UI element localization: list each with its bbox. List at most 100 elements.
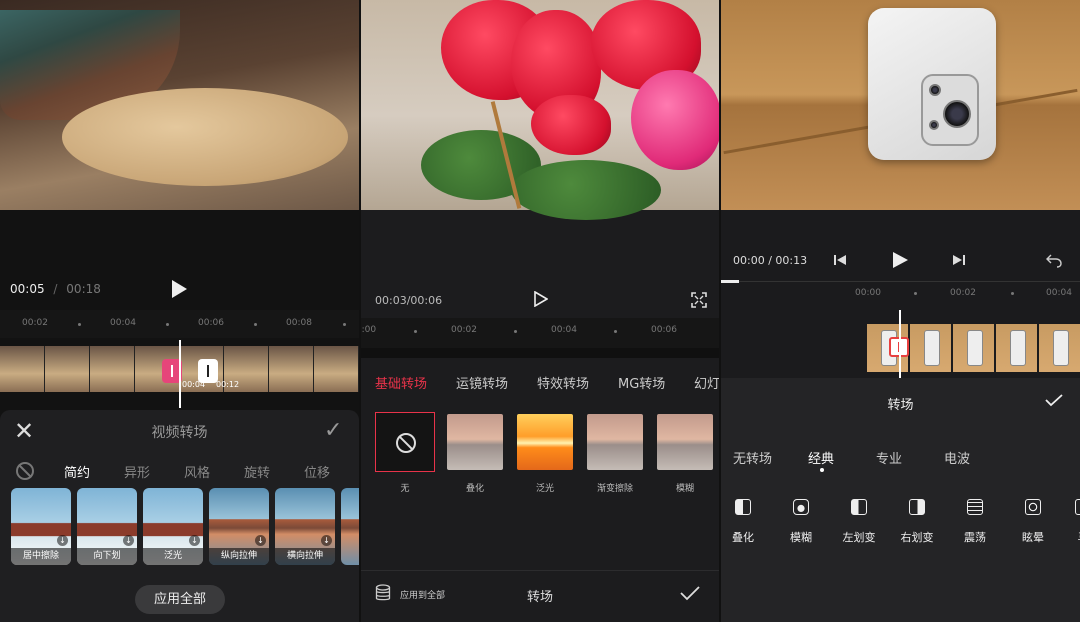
transition-none-tile[interactable] [375, 412, 435, 472]
transition-thumb[interactable] [657, 414, 713, 470]
none-icon [396, 433, 416, 453]
ruler-tick: 00:04 [1046, 288, 1072, 298]
progress-fill [721, 280, 739, 283]
transition-label: 纵向拉伸 [209, 548, 269, 565]
ruler-dot [78, 323, 81, 326]
tab-slideshow[interactable]: 幻灯 [694, 373, 719, 392]
tab-effects[interactable]: 特效转场 [537, 373, 589, 392]
panel-video-editor-3: 00:00 / 00:13 00:00 00:02 00:04 转场 无转场 经… [721, 0, 1080, 622]
shake-icon [967, 499, 983, 515]
effect-item[interactable]: 模糊 [781, 499, 821, 545]
effect-item[interactable]: 叠化 [723, 499, 763, 545]
category-none[interactable]: 无转场 [733, 448, 772, 467]
ruler-tick: 00:08 [286, 318, 312, 328]
transition-thumb-partial[interactable] [341, 488, 359, 565]
category-shape[interactable]: 异形 [124, 462, 150, 481]
transition-thumb[interactable]: ↓ 横向拉伸 [275, 488, 335, 565]
tab-basic[interactable]: 基础转场 [375, 373, 427, 392]
effect-item[interactable]: 眩晕 [1013, 499, 1053, 545]
ruler-dot [254, 323, 257, 326]
progress-track [721, 281, 1080, 282]
transition-label: 泛光 [143, 548, 203, 565]
confirm-check-icon[interactable]: ✓ [324, 418, 342, 443]
category-shift[interactable]: 位移 [304, 462, 330, 481]
fullscreen-icon[interactable] [691, 292, 707, 308]
effect-label: 震荡 [964, 531, 986, 544]
panel-video-editor-1: 00:05 / 00:18 00:02 00:04 00:06 00:08 00… [0, 0, 359, 622]
blur-icon [793, 499, 809, 515]
download-icon: ↓ [189, 535, 200, 546]
download-icon: ↓ [321, 535, 332, 546]
ruler-tick: 00:04 [110, 318, 136, 328]
confirm-check-icon[interactable] [1044, 393, 1064, 407]
phone-image [868, 8, 996, 160]
playhead[interactable] [899, 310, 901, 378]
ruler-dot [1011, 292, 1014, 295]
effect-label: 模糊 [790, 531, 812, 544]
ruler-dot [166, 323, 169, 326]
ruler-tick: 00:00 [855, 288, 881, 298]
ruler-dot [614, 330, 617, 333]
category-simple[interactable]: 简约 [64, 462, 90, 481]
clip-marker-b: 00:12 [216, 380, 240, 389]
effect-item-partial[interactable]: 马 [1068, 499, 1080, 545]
transition-label: 横向拉伸 [275, 548, 335, 565]
category-classic[interactable]: 经典 [808, 448, 834, 467]
skip-next-icon[interactable] [952, 253, 966, 267]
transition-thumb[interactable]: ↓ 向下划 [77, 488, 137, 565]
transition-thumb[interactable]: ↓ 泛光 [143, 488, 203, 565]
effect-item[interactable]: 右划变 [897, 499, 937, 545]
ruler-dot [514, 330, 517, 333]
time-display: 00:05 / 00:18 [10, 282, 101, 296]
effect-label: 叠化 [732, 531, 754, 544]
download-icon: ↓ [255, 535, 266, 546]
tab-camera[interactable]: 运镜转场 [456, 373, 508, 392]
skip-previous-icon[interactable] [833, 253, 847, 267]
time-display: 00:00 / 00:13 [733, 254, 808, 267]
effect-icon [1075, 499, 1080, 515]
effect-label: 眩晕 [1022, 531, 1044, 544]
transition-thumb[interactable] [587, 414, 643, 470]
transition-thumb[interactable] [447, 414, 503, 470]
transition-label: 泛光 [535, 484, 555, 494]
sheet-title: 转场 [887, 398, 914, 413]
none-icon[interactable] [16, 462, 34, 480]
transition-thumb[interactable] [517, 414, 573, 470]
apply-all-button[interactable]: 应用全部 [135, 585, 225, 614]
transition-label: 渐变擦除 [596, 484, 634, 494]
ruler-tick: 0:00 [361, 325, 377, 335]
transition-sheet: ✕ 视频转场 ✓ 简约 异形 风格 旋转 位移 ↓ 居中擦除 ↓ 向下划 ↓ 泛光 ↓… [0, 410, 359, 622]
transition-label: 叠化 [465, 484, 485, 494]
category-rotate[interactable]: 旋转 [244, 462, 270, 481]
time-display: 00:03/00:06 [375, 294, 443, 307]
undo-icon[interactable] [1046, 252, 1062, 268]
download-icon: ↓ [123, 535, 134, 546]
effect-item[interactable]: 震荡 [955, 499, 995, 545]
transition-label: 居中擦除 [11, 548, 71, 565]
transition-label: 无 [400, 484, 410, 494]
effect-label: 马 [1068, 529, 1080, 545]
ruler-tick: 00:02 [451, 325, 477, 335]
category-wave[interactable]: 电波 [944, 448, 970, 467]
category-pro[interactable]: 专业 [876, 448, 902, 467]
timeline-ruler: 0:00 00:02 00:04 00:06 [361, 318, 719, 348]
effect-label: 左划变 [842, 531, 876, 544]
ruler-tick: 00:02 [950, 288, 976, 298]
tab-mg[interactable]: MG转场 [618, 373, 665, 392]
play-button[interactable] [891, 251, 909, 269]
transition-thumb[interactable]: ↓ 纵向拉伸 [209, 488, 269, 565]
play-button[interactable] [534, 291, 548, 307]
effect-item[interactable]: 左划变 [839, 499, 879, 545]
clip-marker-a: 00:04 [182, 380, 206, 389]
time-current: 00:05 [10, 282, 45, 296]
ruler-tick: 00:02 [22, 318, 48, 328]
transition-thumb[interactable]: ↓ 居中擦除 [11, 488, 71, 565]
confirm-check-icon[interactable] [679, 585, 701, 601]
category-style[interactable]: 风格 [184, 462, 210, 481]
playhead[interactable] [179, 340, 181, 408]
ruler-tick: 00:06 [651, 325, 677, 335]
play-button[interactable] [172, 280, 187, 298]
ruler-dot [343, 323, 346, 326]
video-preview [0, 0, 359, 210]
transition-label: 模糊 [675, 484, 695, 494]
